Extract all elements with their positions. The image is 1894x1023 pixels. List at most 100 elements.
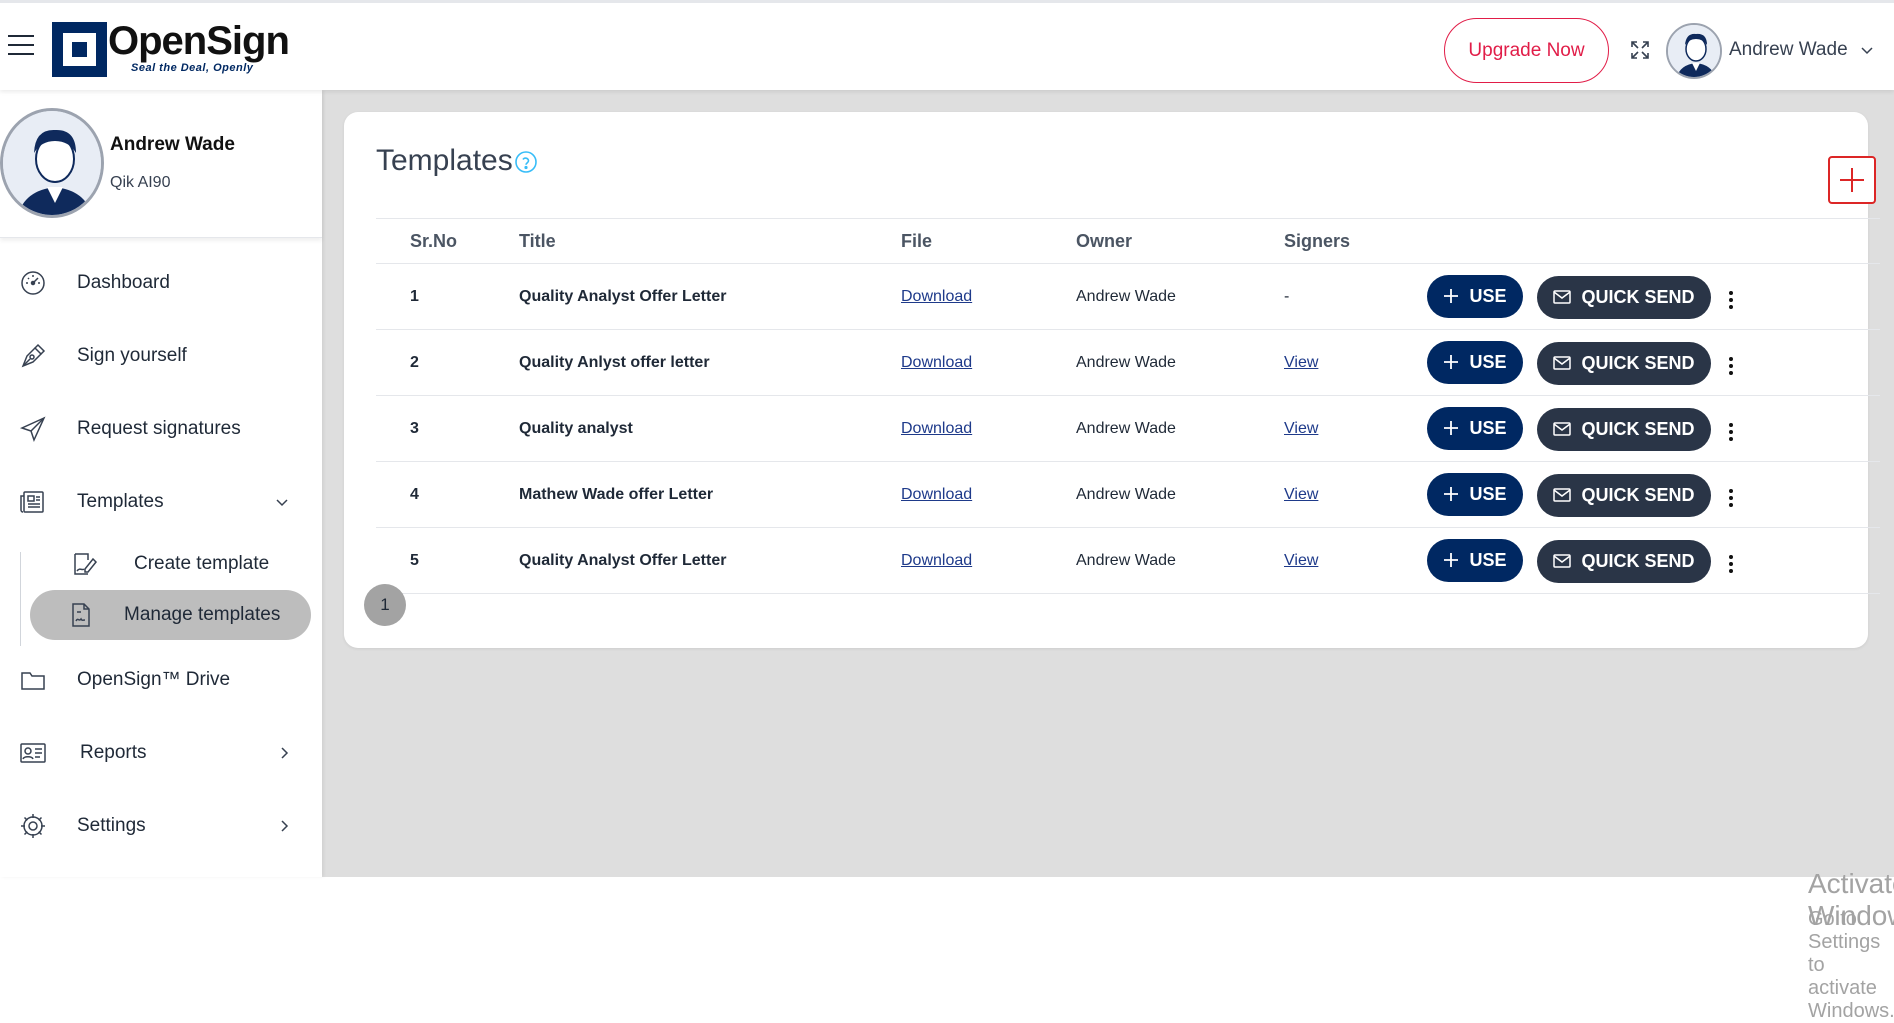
use-button[interactable]: USE xyxy=(1427,406,1523,450)
sidebar-item-create-template[interactable]: Create template xyxy=(30,539,311,589)
quick-send-button[interactable]: QUICK SEND xyxy=(1537,473,1711,517)
signers-cell: View xyxy=(1284,461,1427,528)
quick-send-label: QUICK SEND xyxy=(1581,550,1695,571)
plus-icon xyxy=(1444,553,1459,567)
add-template-button[interactable] xyxy=(1828,156,1876,204)
sidebar: Andrew Wade Qik AI90 Dashboard Sign your… xyxy=(0,90,322,877)
view-signers-link[interactable]: View xyxy=(1284,354,1318,371)
row-owner: Andrew Wade xyxy=(1076,395,1284,462)
column-header: Title xyxy=(519,218,901,264)
signers-cell: View xyxy=(1284,329,1427,396)
sidebar-item-reports[interactable]: Reports xyxy=(0,725,322,781)
download-link[interactable]: Download xyxy=(901,486,972,503)
download-link[interactable]: Download xyxy=(901,354,972,371)
row-owner: Andrew Wade xyxy=(1076,461,1284,528)
profile-card: Andrew Wade Qik AI90 xyxy=(0,90,322,238)
upgrade-now-button[interactable]: Upgrade Now xyxy=(1444,18,1609,83)
actions-cell: USE QUICK SEND xyxy=(1427,461,1880,528)
envelope-icon xyxy=(1553,422,1572,436)
use-label: USE xyxy=(1469,351,1507,372)
use-button[interactable]: USE xyxy=(1427,472,1523,516)
signers-cell: View xyxy=(1284,527,1427,594)
row-owner: Andrew Wade xyxy=(1076,263,1284,330)
column-header: File xyxy=(901,218,1076,264)
user-avatar[interactable] xyxy=(1666,23,1722,79)
plus-icon xyxy=(1444,355,1459,369)
file-cell: Download xyxy=(901,527,1076,594)
sidebar-item-sign-yourself[interactable]: Sign yourself xyxy=(0,328,322,384)
use-button[interactable]: USE xyxy=(1427,274,1523,318)
sidebar-item-label: Request signatures xyxy=(77,418,241,439)
fullscreen-icon[interactable] xyxy=(1630,40,1650,60)
actions-cell: USE QUICK SEND xyxy=(1427,263,1880,330)
help-icon[interactable] xyxy=(514,150,538,174)
quick-send-button[interactable]: QUICK SEND xyxy=(1537,341,1711,385)
profile-avatar[interactable] xyxy=(0,108,104,218)
plus-icon xyxy=(1444,487,1459,501)
quick-send-button[interactable]: QUICK SEND xyxy=(1537,275,1711,319)
dashboard-icon xyxy=(21,271,45,295)
sidebar-item-templates[interactable]: Templates xyxy=(0,474,322,530)
table-header-row: Sr.No Title File Owner Signers xyxy=(376,218,1880,264)
download-link[interactable]: Download xyxy=(901,420,972,437)
row-number: 3 xyxy=(376,395,519,462)
user-name[interactable]: Andrew Wade xyxy=(1729,39,1848,61)
submenu-divider xyxy=(20,552,21,646)
logo-tagline: Seal the Deal, Openly xyxy=(131,62,254,74)
hamburger-menu-icon[interactable] xyxy=(8,35,34,55)
view-signers-link[interactable]: View xyxy=(1284,552,1318,569)
id-card-icon xyxy=(20,743,46,763)
actions-cell: USE QUICK SEND xyxy=(1427,329,1880,396)
quick-send-button[interactable]: QUICK SEND xyxy=(1537,407,1711,451)
download-link[interactable]: Download xyxy=(901,552,972,569)
more-options-icon[interactable] xyxy=(1721,285,1741,315)
download-link[interactable]: Download xyxy=(901,288,972,305)
use-button[interactable]: USE xyxy=(1427,340,1523,384)
templates-table: Sr.No Title File Owner Signers 1 Quality… xyxy=(376,218,1880,594)
sidebar-item-manage-templates[interactable]: Manage templates xyxy=(30,590,311,640)
newspaper-icon xyxy=(20,491,44,513)
use-button[interactable]: USE xyxy=(1427,538,1523,582)
chevron-right-icon xyxy=(281,747,289,759)
more-options-icon[interactable] xyxy=(1721,417,1741,447)
column-header: Signers xyxy=(1284,218,1427,264)
row-number: 5 xyxy=(376,527,519,594)
quick-send-label: QUICK SEND xyxy=(1581,352,1695,373)
plus-icon xyxy=(1444,421,1459,435)
chevron-down-icon[interactable] xyxy=(1860,43,1874,57)
sidebar-item-dashboard[interactable]: Dashboard xyxy=(0,255,322,311)
actions-cell: USE QUICK SEND xyxy=(1427,395,1880,462)
sidebar-item-label: Reports xyxy=(80,742,147,763)
sidebar-item-label: Manage templates xyxy=(124,604,281,625)
pagination-page-button[interactable]: 1 xyxy=(364,584,406,626)
folder-icon xyxy=(21,672,45,690)
table-row: 3 Quality analyst Download Andrew Wade V… xyxy=(376,395,1880,462)
envelope-icon xyxy=(1553,356,1572,370)
sidebar-item-label: OpenSign™ Drive xyxy=(77,669,231,690)
use-label: USE xyxy=(1469,417,1507,438)
column-header: Sr.No xyxy=(376,218,519,264)
column-header-actions xyxy=(1427,218,1880,264)
sidebar-item-label: Dashboard xyxy=(77,272,170,293)
view-signers-link[interactable]: View xyxy=(1284,420,1318,437)
signers-empty: - xyxy=(1284,287,1290,305)
use-label: USE xyxy=(1469,483,1507,504)
sidebar-item-settings[interactable]: Settings xyxy=(0,798,322,854)
table-row: 1 Quality Analyst Offer Letter Download … xyxy=(376,263,1880,330)
more-options-icon[interactable] xyxy=(1721,483,1741,513)
sidebar-item-request-signatures[interactable]: Request signatures xyxy=(0,401,322,457)
row-title: Quality analyst xyxy=(519,395,901,462)
pen-icon xyxy=(21,343,46,368)
row-title: Quality Analyst Offer Letter xyxy=(519,527,901,594)
quick-send-label: QUICK SEND xyxy=(1581,484,1695,505)
view-signers-link[interactable]: View xyxy=(1284,486,1318,503)
templates-card: Templates Sr.No Title File Owner Signers… xyxy=(344,112,1880,648)
quick-send-button[interactable]: QUICK SEND xyxy=(1537,539,1711,583)
sidebar-item-opensign-drive[interactable]: OpenSign™ Drive xyxy=(0,652,322,708)
row-number: 4 xyxy=(376,461,519,528)
more-options-icon[interactable] xyxy=(1721,351,1741,381)
more-options-icon[interactable] xyxy=(1721,549,1741,579)
row-number: 2 xyxy=(376,329,519,396)
page-title: Templates xyxy=(376,144,513,177)
plus-icon xyxy=(1444,289,1459,303)
